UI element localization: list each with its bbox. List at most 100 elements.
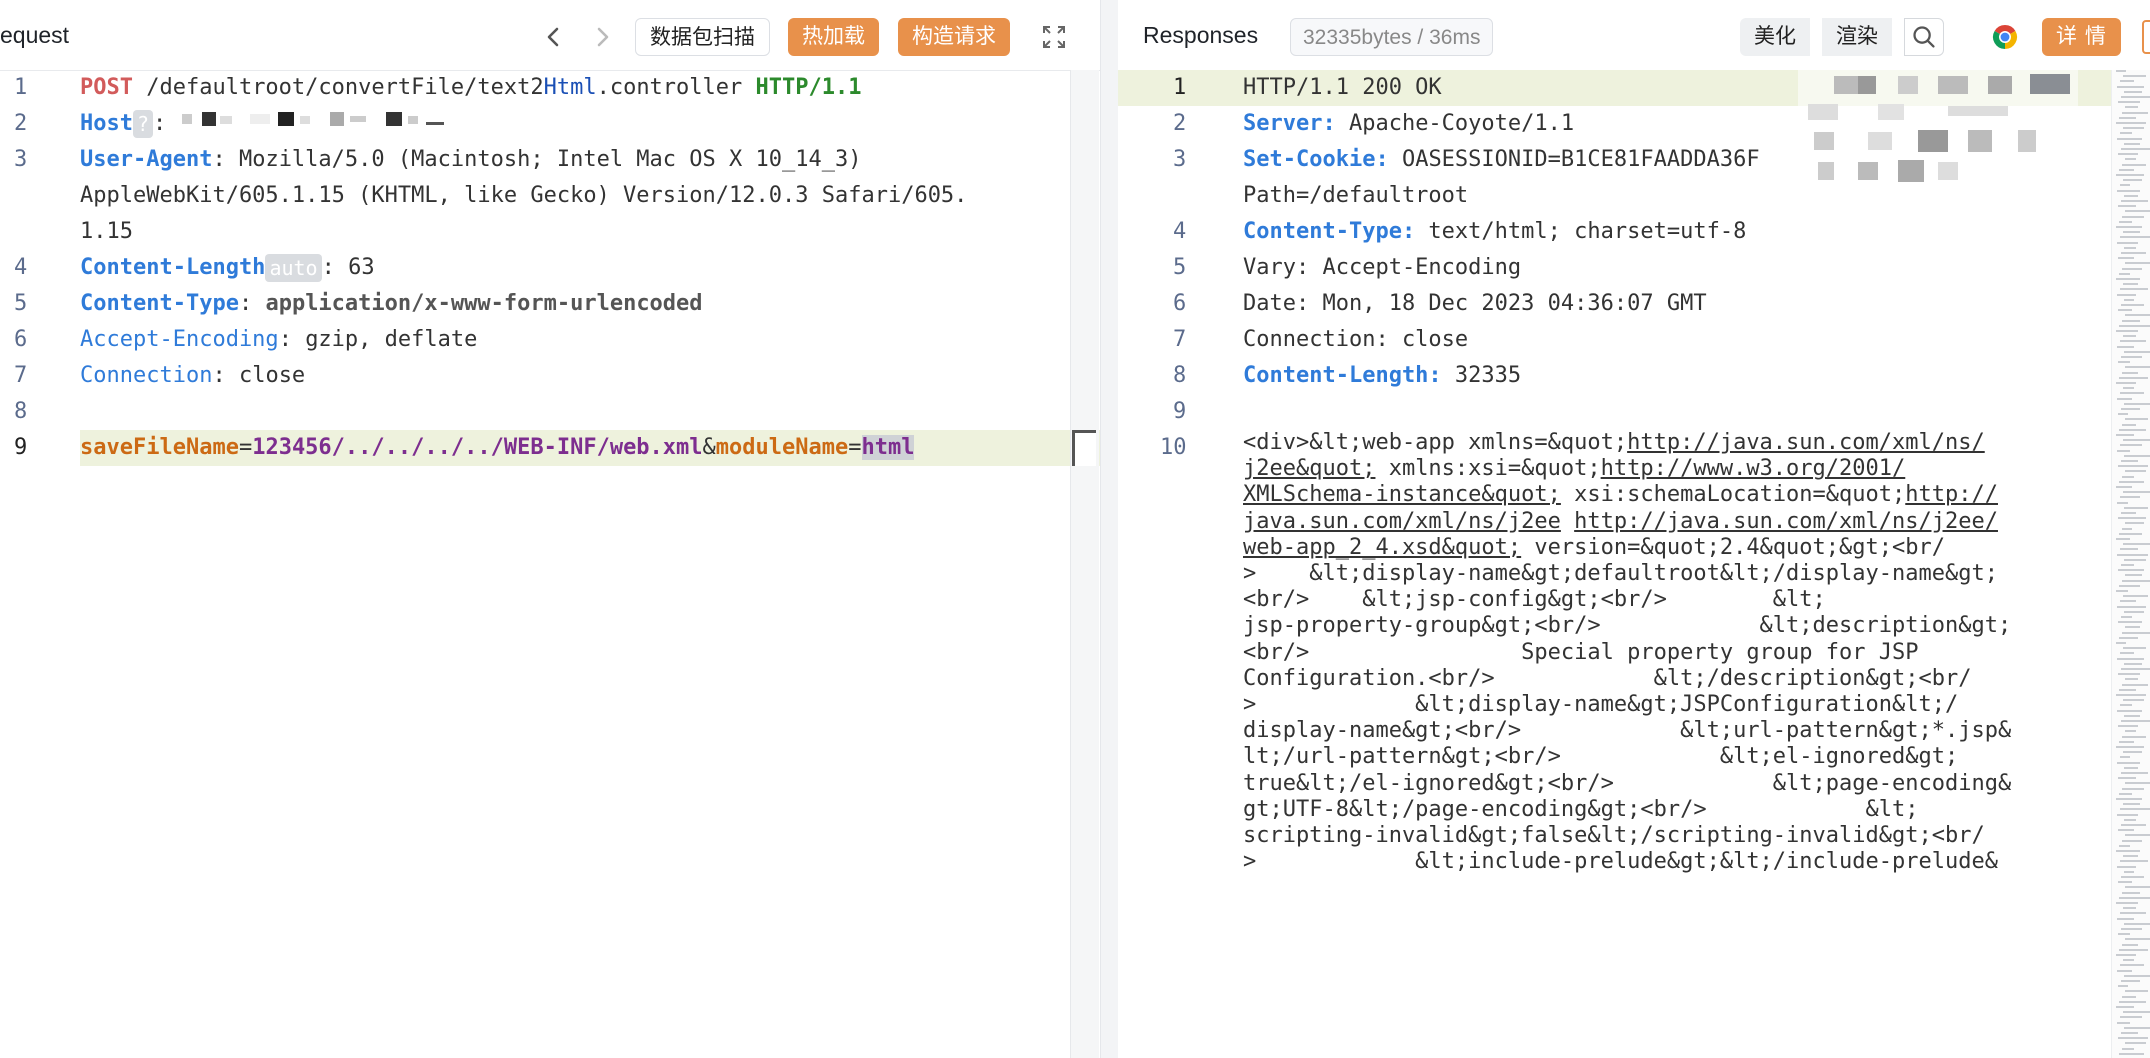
param-equals: =	[238, 435, 253, 460]
minimap-line	[2122, 995, 2136, 998]
response-line-text: Content-Length: 32335	[1243, 358, 1521, 394]
body-link[interactable]: web-app_2_4.xsd&quot;	[1243, 535, 1521, 560]
response-line-8: 8 Content-Length: 32335	[1118, 358, 2150, 394]
line-number: 5	[14, 291, 28, 316]
minimap-line	[2125, 782, 2150, 785]
chevron-left-icon[interactable]	[540, 22, 568, 52]
body-text: lt;/url-pattern&gt;<br/> &lt;el-ignored&…	[1243, 744, 1959, 770]
minimap-line	[2119, 532, 2142, 535]
minimap-line	[2117, 241, 2138, 244]
minimap-line	[2122, 163, 2146, 166]
minimap-line	[2120, 808, 2150, 811]
minimap-line	[2122, 631, 2150, 634]
header-value: close	[238, 363, 306, 388]
minimap-line	[2118, 569, 2144, 572]
header-value: application/x-www-form-urlencoded	[265, 291, 703, 316]
minimap-line	[2123, 907, 2136, 910]
body-link[interactable]: http://java.sun.com/xml/ns/	[1627, 430, 1985, 455]
body-link[interactable]: XMLSchema-instance&quot;	[1243, 482, 1561, 507]
line-number: 8	[1173, 363, 1187, 388]
minimap-line	[2118, 621, 2142, 624]
minimap-line	[2123, 1011, 2150, 1014]
response-minimap[interactable]	[2111, 70, 2150, 1058]
packet-scan-button[interactable]: 数据包扫描	[635, 18, 770, 56]
render-button[interactable]: 渲染	[1822, 18, 1892, 56]
line-number: 8	[14, 399, 28, 424]
body-text: xsi:schemaLocation=&quot;	[1560, 482, 1906, 508]
detail-button[interactable]: 详 情	[2042, 18, 2121, 56]
body-link[interactable]: http://java.sun.com/xml/ns/j2ee/	[1574, 509, 1998, 534]
minimap-line	[2125, 366, 2150, 369]
request-line-3-wrap-2: 1.15	[0, 214, 1100, 250]
minimap-line	[2122, 423, 2136, 426]
line-number: 7	[14, 363, 28, 388]
hot-reload-button[interactable]: 热加载	[788, 18, 879, 56]
minimap-line	[2125, 314, 2150, 317]
minimap-line	[2119, 480, 2144, 483]
minimap-line	[2123, 595, 2148, 598]
line-number: 10	[1160, 435, 1187, 460]
body-link[interactable]: http://	[1905, 482, 1998, 507]
minimap-line	[2117, 553, 2148, 556]
minimap-line	[2116, 382, 2136, 384]
minimap-line	[2125, 574, 2142, 577]
minimap-line	[2117, 709, 2142, 712]
chrome-icon[interactable]	[1990, 22, 2020, 52]
minimap-line	[2118, 101, 2140, 104]
minimap-line	[2125, 158, 2136, 161]
header-value-wrap: AppleWebKit/605.1.15 (KHTML, like Gecko)…	[80, 183, 968, 208]
response-body-line: gt;UTF-8&lt;/page-encoding&gt;<br/> &lt;	[1243, 797, 1919, 823]
http-method: POST	[80, 75, 133, 100]
minimap-line	[2117, 293, 2136, 296]
response-editor[interactable]: 1 HTTP/1.1 200 OK 2 Server: Apache-Coyot…	[1118, 70, 2150, 1058]
minimap-line	[2125, 210, 2150, 213]
minimap-line	[2125, 834, 2150, 837]
line-number: 7	[1173, 327, 1187, 352]
minimap-line	[2120, 132, 2132, 135]
minimap-line	[2121, 564, 2134, 566]
request-line-2: 2 Host?:	[0, 106, 1100, 142]
minimap-line	[2123, 75, 2146, 78]
http-version: HTTP/1.1	[755, 75, 862, 100]
beautify-button[interactable]: 美化	[1740, 18, 1810, 56]
body-link[interactable]: j2ee&quot;	[1243, 456, 1375, 481]
request-editor[interactable]: 1 POST /defaultroot/convertFile/text2Htm…	[0, 70, 1100, 1058]
minimap-line	[2120, 288, 2148, 291]
minimap-line	[2124, 454, 2150, 457]
minimap-line	[2121, 200, 2148, 202]
response-body-line: <div>&lt;web-app xmlns=&quot;http://java…	[1243, 430, 1985, 456]
body-link[interactable]: java.sun.com/xml/ns/j2ee	[1243, 509, 1561, 534]
chevron-right-icon[interactable]	[588, 22, 616, 52]
minimap-line	[2117, 501, 2128, 504]
minimap-line	[2122, 319, 2140, 322]
request-scrollbar[interactable]	[1070, 70, 1099, 1058]
header-key: User-Agent	[80, 147, 213, 172]
response-body-line: <br/> &lt;jsp-config&gt;<br/> &lt;	[1243, 587, 1826, 613]
header-value-wrap: 1.15	[80, 219, 133, 244]
auto-badge[interactable]: auto	[265, 254, 322, 282]
header-key: Set-Cookie:	[1243, 147, 1389, 172]
minimap-line	[2116, 798, 2142, 800]
header-badge[interactable]: ?	[132, 110, 154, 138]
minimap-line	[2122, 1047, 2134, 1050]
pane-divider[interactable]	[1100, 0, 1120, 1058]
fullscreen-icon[interactable]	[1037, 20, 1071, 54]
request-pane: equest 数据包扫描 热加载 构造请求 1 POST /defaultroo…	[0, 0, 1101, 1058]
minimap-line	[2121, 96, 2150, 98]
minimap-line	[2121, 304, 2144, 306]
minimap-line	[2120, 184, 2130, 187]
line-number: 3	[14, 147, 28, 172]
minimap-line	[2116, 486, 2132, 488]
response-body-line: lt;/url-pattern&gt;<br/> &lt;el-ignored&…	[1243, 744, 1958, 770]
line-number: 2	[1173, 111, 1187, 136]
minimap-line	[2122, 215, 2144, 218]
search-icon[interactable]	[1904, 18, 1944, 56]
minimap-line	[2116, 122, 2146, 124]
minimap-line	[2117, 605, 2146, 608]
response-line-text: Connection: close	[1243, 327, 1469, 352]
request-line-text: Content-Type: application/x-www-form-url…	[80, 286, 703, 322]
construct-request-button[interactable]: 构造请求	[898, 18, 1010, 56]
minimap-line	[2122, 787, 2144, 790]
body-link[interactable]: http://www.w3.org/2001/	[1601, 456, 1906, 481]
overflow-indicator	[2142, 20, 2150, 54]
